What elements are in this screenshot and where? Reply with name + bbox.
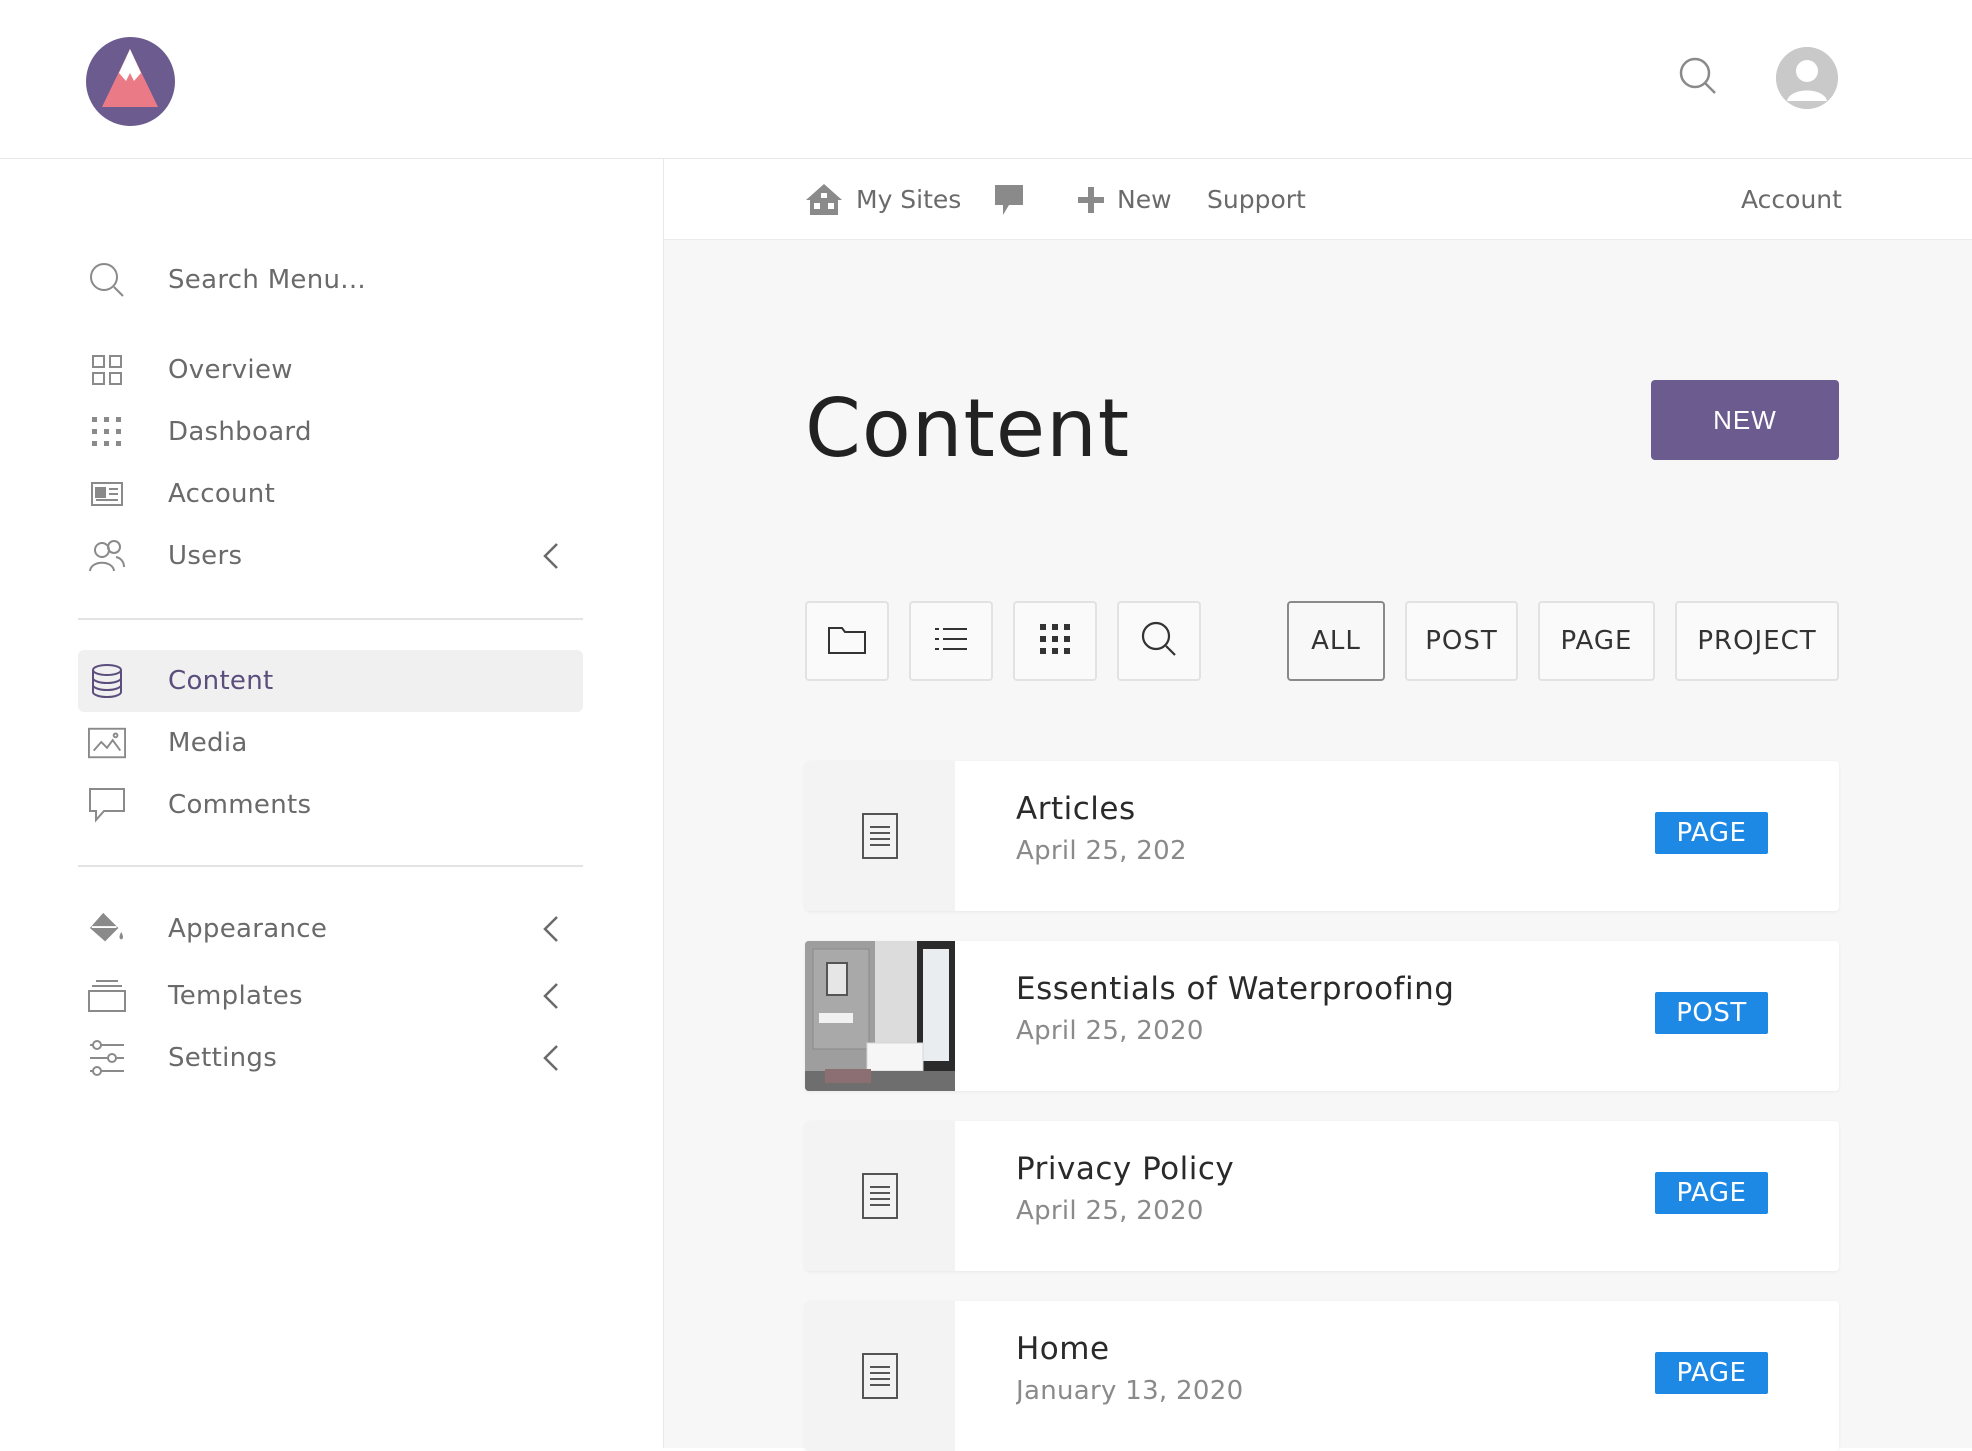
sidebar-item-settings[interactable]: Settings (78, 1027, 583, 1089)
sidebar-item-label: Dashboard (168, 417, 312, 447)
id-card-icon (88, 475, 126, 513)
sidebar-divider (78, 865, 583, 867)
content-date: April 25, 2020 (1016, 1016, 1204, 1046)
comment-icon (88, 786, 126, 824)
search-icon[interactable] (1678, 56, 1718, 96)
search-icon (1141, 621, 1177, 661)
sidebar-divider (78, 618, 583, 620)
dots-grid-icon (88, 413, 126, 451)
content-date: April 25, 2020 (1016, 836, 1187, 866)
search-menu-input[interactable]: Search Menu... (168, 265, 366, 295)
chevron-left-icon[interactable] (541, 914, 561, 944)
my-sites-icon (804, 183, 844, 217)
page-title: Content (805, 382, 1131, 475)
document-icon (805, 1301, 955, 1451)
sidebar-item-templates[interactable]: Templates (78, 965, 583, 1027)
database-icon (88, 662, 126, 700)
new-label: New (1117, 185, 1172, 214)
sidebar-item-label: Overview (168, 355, 293, 385)
sidebar-item-label: Media (168, 728, 248, 758)
grid-view-button[interactable] (1013, 601, 1097, 681)
sidebar-item-overview[interactable]: Overview (78, 339, 583, 401)
content-row[interactable]: Home January 13, 2020 PAGE (805, 1301, 1839, 1451)
content-date: January 13, 2020 (1016, 1376, 1244, 1406)
image-icon (88, 724, 126, 762)
content-row[interactable]: Articles April 25, 2020 PAGE (805, 761, 1839, 911)
mountain-logo-icon[interactable] (86, 37, 175, 126)
content-row[interactable]: Essentials of Waterproofing April 25, 20… (805, 941, 1839, 1091)
content-title[interactable]: Essentials of Waterproofing (1016, 971, 1454, 1007)
type-badge: POST (1655, 992, 1768, 1034)
templates-icon (88, 977, 126, 1015)
sidebar-item-users[interactable]: Users (78, 525, 583, 587)
sidebar-item-appearance[interactable]: Appearance (78, 898, 583, 960)
sidebar-item-label: Comments (168, 790, 312, 820)
filter-all[interactable]: ALL (1287, 601, 1385, 681)
new-link[interactable]: New (1077, 159, 1172, 240)
type-badge: PAGE (1655, 1352, 1768, 1394)
search-icon (88, 261, 126, 299)
folder-view-button[interactable] (805, 601, 889, 681)
document-icon (805, 1121, 955, 1271)
filter-post[interactable]: POST (1405, 601, 1518, 681)
my-sites-label: My Sites (856, 185, 962, 214)
folder-icon (828, 624, 866, 658)
chevron-left-icon[interactable] (541, 541, 561, 571)
sidebar-item-dashboard[interactable]: Dashboard (78, 401, 583, 463)
plus-icon (1077, 186, 1105, 214)
sidebar-item-label: Users (168, 541, 243, 571)
admin-bar: My Sites New Support Account (664, 159, 1972, 240)
search-content-button[interactable] (1117, 601, 1201, 681)
sidebar-item-label: Appearance (168, 914, 328, 944)
main-content: Content NEW ALL POST PAGE PROJECT Articl… (664, 240, 1972, 1451)
list-icon (934, 626, 968, 656)
sidebar-item-comments[interactable]: Comments (78, 774, 583, 836)
new-content-button[interactable]: NEW (1651, 380, 1839, 460)
comments-link[interactable] (994, 159, 1024, 240)
document-icon (805, 761, 955, 911)
chevron-left-icon[interactable] (541, 1043, 561, 1073)
chevron-left-icon[interactable] (541, 981, 561, 1011)
filter-page[interactable]: PAGE (1538, 601, 1655, 681)
users-icon (88, 537, 126, 575)
type-badge: PAGE (1655, 812, 1768, 854)
content-title[interactable]: Articles (1016, 791, 1136, 827)
type-badge: PAGE (1655, 1172, 1768, 1214)
sidebar: Search Menu... Overview Dashboard Accoun… (0, 159, 664, 1448)
paint-bucket-icon (88, 910, 126, 948)
sidebar-item-media[interactable]: Media (78, 712, 583, 774)
list-view-button[interactable] (909, 601, 993, 681)
sidebar-item-label: Account (168, 479, 276, 509)
grid-icon (88, 351, 126, 389)
content-row[interactable]: Privacy Policy April 25, 2020 PAGE (805, 1121, 1839, 1271)
top-header (0, 0, 1972, 159)
dots-grid-icon (1040, 624, 1070, 658)
content-date: April 25, 2020 (1016, 1196, 1204, 1226)
account-label: Account (1741, 185, 1842, 214)
account-link[interactable]: Account (1741, 159, 1842, 240)
bathroom-photo (805, 941, 955, 1091)
content-title[interactable]: Home (1016, 1331, 1110, 1367)
sidebar-item-label: Templates (168, 981, 303, 1011)
support-label: Support (1207, 185, 1306, 214)
filter-project[interactable]: PROJECT (1675, 601, 1839, 681)
sliders-icon (88, 1039, 126, 1077)
sidebar-item-account[interactable]: Account (78, 463, 583, 525)
sidebar-item-content[interactable]: Content (78, 650, 583, 712)
content-title[interactable]: Privacy Policy (1016, 1151, 1234, 1187)
my-sites-link[interactable]: My Sites (804, 159, 961, 240)
support-link[interactable]: Support (1207, 159, 1306, 240)
sidebar-item-label: Settings (168, 1043, 278, 1073)
user-avatar-icon[interactable] (1776, 47, 1838, 109)
comment-bubble-icon (994, 183, 1024, 217)
sidebar-search[interactable]: Search Menu... (78, 249, 583, 311)
sidebar-item-label: Content (168, 666, 274, 696)
